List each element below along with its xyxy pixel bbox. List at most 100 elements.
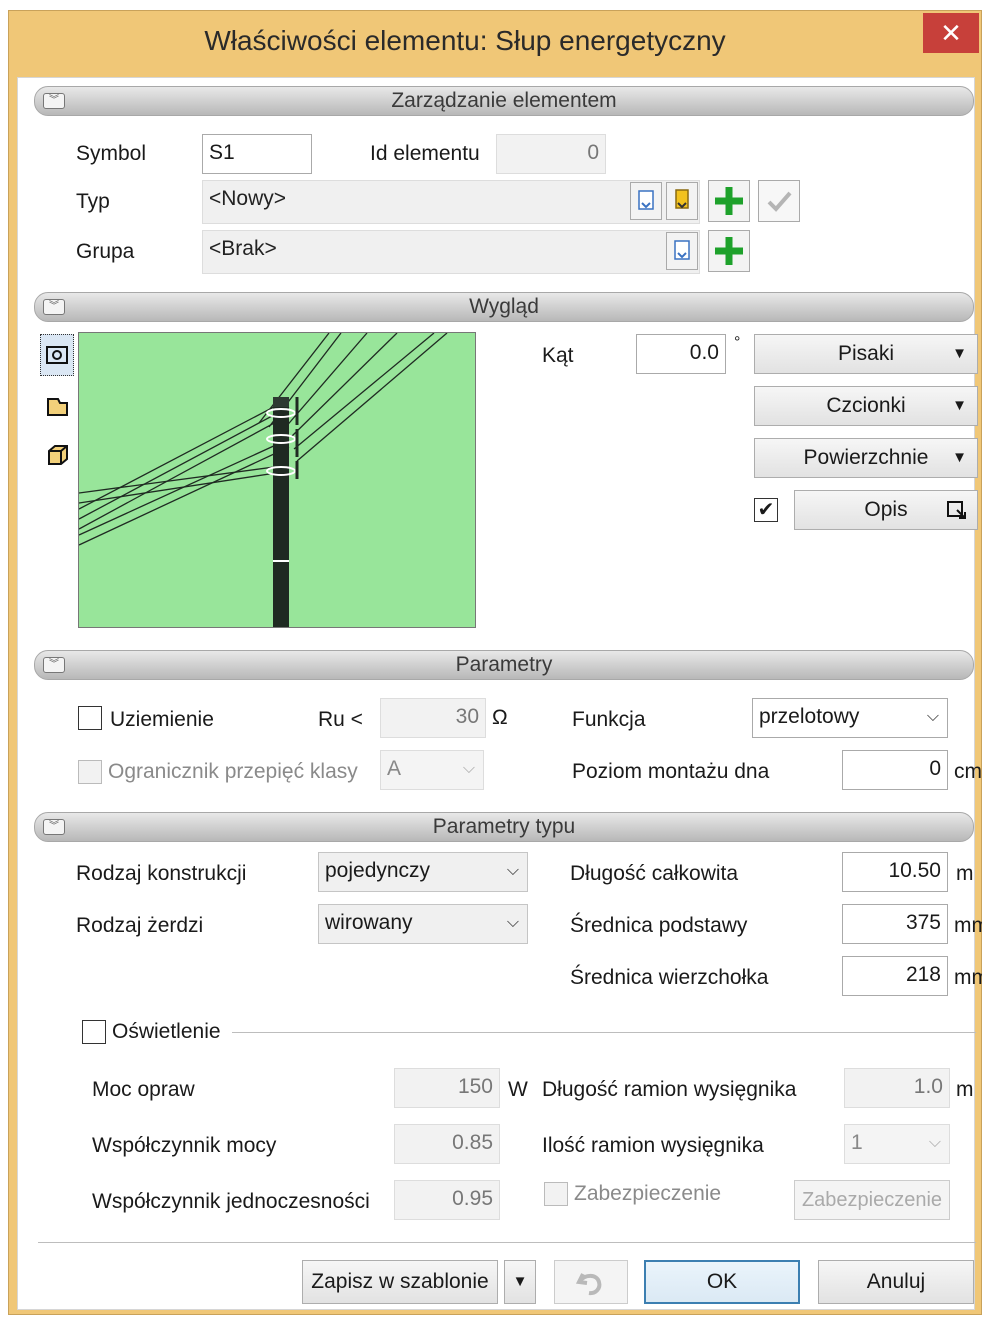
undo-button [554,1260,628,1304]
type-label: Typ [76,190,110,213]
save-template-button[interactable]: Zapisz w szablonie [302,1260,498,1304]
surge-class-value: A [387,757,402,780]
dropdown-arrow-icon: ▼ [952,345,967,362]
function-value: przelotowy [759,705,860,728]
mount-unit: cm [954,760,982,783]
pole-value: wirowany [325,911,413,934]
top-diameter-unit: mm [954,966,982,989]
fonts-label: Czcionki [826,394,906,417]
power-unit: W [508,1078,528,1101]
top-diameter-label: Średnica wierzchołka [570,966,769,989]
degree-unit: ° [734,334,741,351]
collapse-icon[interactable]: ︾ [43,93,65,109]
pens-button[interactable]: Pisaki ▼ [754,334,978,374]
ok-button[interactable]: OK [644,1260,800,1304]
confirm-type-icon[interactable] [758,180,800,222]
function-label: Funkcja [572,708,646,731]
edit-type-icon[interactable] [666,182,698,220]
ru-input: 30 [380,698,486,738]
grounding-checkbox[interactable] [78,706,102,730]
protection-checkbox [544,1182,568,1206]
view-3d-icon[interactable] [40,434,74,476]
chevron-down-icon: ⌵ [506,862,519,879]
dropdown-arrow-icon: ▼ [952,397,967,414]
simultaneity-label: Współczynnik jednoczesności [92,1190,370,1213]
lighting-divider [232,1032,976,1033]
function-select[interactable]: przelotowy ⌵ [752,698,948,738]
mount-input[interactable]: 0 [842,750,948,790]
arm-count-value: 1 [851,1131,863,1154]
ru-label: Ru < [318,708,363,731]
construction-select[interactable]: pojedynczy ⌵ [318,852,528,892]
power-factor-label: Współczynnik mocy [92,1134,277,1157]
top-diameter-input[interactable]: 218 [842,956,948,996]
chevron-down-icon: ⌵ [928,1134,941,1151]
pole-label: Rodzaj żerdzi [76,914,204,937]
desc-label: Opis [864,498,908,521]
desc-checkbox[interactable]: ✔ [754,498,778,522]
chevron-down-icon: ⌵ [462,760,475,777]
dialog-body: ︾ Zarządzanie elementem Symbol S1 Id ele… [17,77,982,1310]
close-button[interactable]: ✕ [923,13,979,53]
desc-button[interactable]: Opis [794,490,978,530]
section-type-params-header[interactable]: ︾ Parametry typu [34,812,974,842]
type-field[interactable]: <Nowy> [202,180,700,224]
lighting-checkbox[interactable] [82,1020,106,1044]
pole-select[interactable]: wirowany ⌵ [318,904,528,944]
power-label: Moc opraw [92,1078,195,1101]
symbol-label: Symbol [76,142,147,165]
arm-count-label: Ilość ramion wysięgnika [542,1134,764,1157]
protection-button: Zabezpieczenie [794,1180,950,1220]
section-appearance-header[interactable]: ︾ Wygląd [34,292,974,322]
arm-length-input: 1.0 [844,1068,950,1108]
cancel-button[interactable]: Anuluj [818,1260,974,1304]
id-label: Id elementu [370,142,480,165]
view-outline-icon[interactable] [40,384,74,426]
chevron-down-icon: ⌵ [926,708,939,725]
angle-input[interactable]: 0.0 [636,334,726,374]
window-title: Właściwości elementu: Słup energetyczny [204,25,726,56]
surge-checkbox [78,760,102,784]
collapse-icon[interactable]: ︾ [43,819,65,835]
collapse-icon[interactable]: ︾ [43,299,65,315]
id-input: 0 [496,134,606,174]
group-label: Grupa [76,240,135,263]
surfaces-button[interactable]: Powierzchnie ▼ [754,438,978,478]
power-input: 150 [394,1068,500,1108]
arm-length-unit: m [956,1078,974,1101]
symbol-input[interactable]: S1 [202,134,312,174]
base-diameter-unit: mm [954,914,982,937]
dialog-window: Właściwości elementu: Słup energetyczny … [8,10,982,1315]
base-diameter-label: Średnica podstawy [570,914,748,937]
pens-label: Pisaki [837,342,895,365]
length-label: Długość całkowita [570,862,739,885]
mount-label: Poziom montażu dna [572,760,770,783]
arm-length-label: Długość ramion wysięgnika [542,1078,797,1101]
power-factor-input: 0.85 [394,1124,500,1164]
new-type-icon[interactable] [630,182,662,220]
arm-count-select: 1 ⌵ [844,1124,950,1164]
fonts-button[interactable]: Czcionki ▼ [754,386,978,426]
length-input[interactable]: 10.50 [842,852,948,892]
section-title: Parametry typu [432,815,576,838]
ohm-unit: Ω [492,706,508,729]
section-management-header[interactable]: ︾ Zarządzanie elementem [34,86,974,116]
new-group-icon[interactable] [666,232,698,270]
section-title: Parametry [455,653,553,676]
view-2d-icon[interactable] [40,334,74,376]
save-template-dropdown-icon[interactable]: ▼ [504,1260,536,1304]
group-field[interactable]: <Brak> [202,230,700,274]
base-diameter-input[interactable]: 375 [842,904,948,944]
dropdown-arrow-icon: ▼ [952,449,967,466]
simultaneity-input: 0.95 [394,1180,500,1220]
title-bar[interactable]: Właściwości elementu: Słup energetyczny … [9,11,981,77]
footer-divider [38,1242,976,1243]
add-type-icon[interactable] [708,180,750,222]
collapse-icon[interactable]: ︾ [43,657,65,673]
chevron-down-icon: ⌵ [506,914,519,931]
section-title: Zarządzanie elementem [391,89,617,112]
surge-label: Ogranicznik przepięć klasy [108,760,358,783]
section-params-header[interactable]: ︾ Parametry [34,650,974,680]
add-group-icon[interactable] [708,230,750,272]
protection-check-label: Zabezpieczenie [574,1182,722,1205]
